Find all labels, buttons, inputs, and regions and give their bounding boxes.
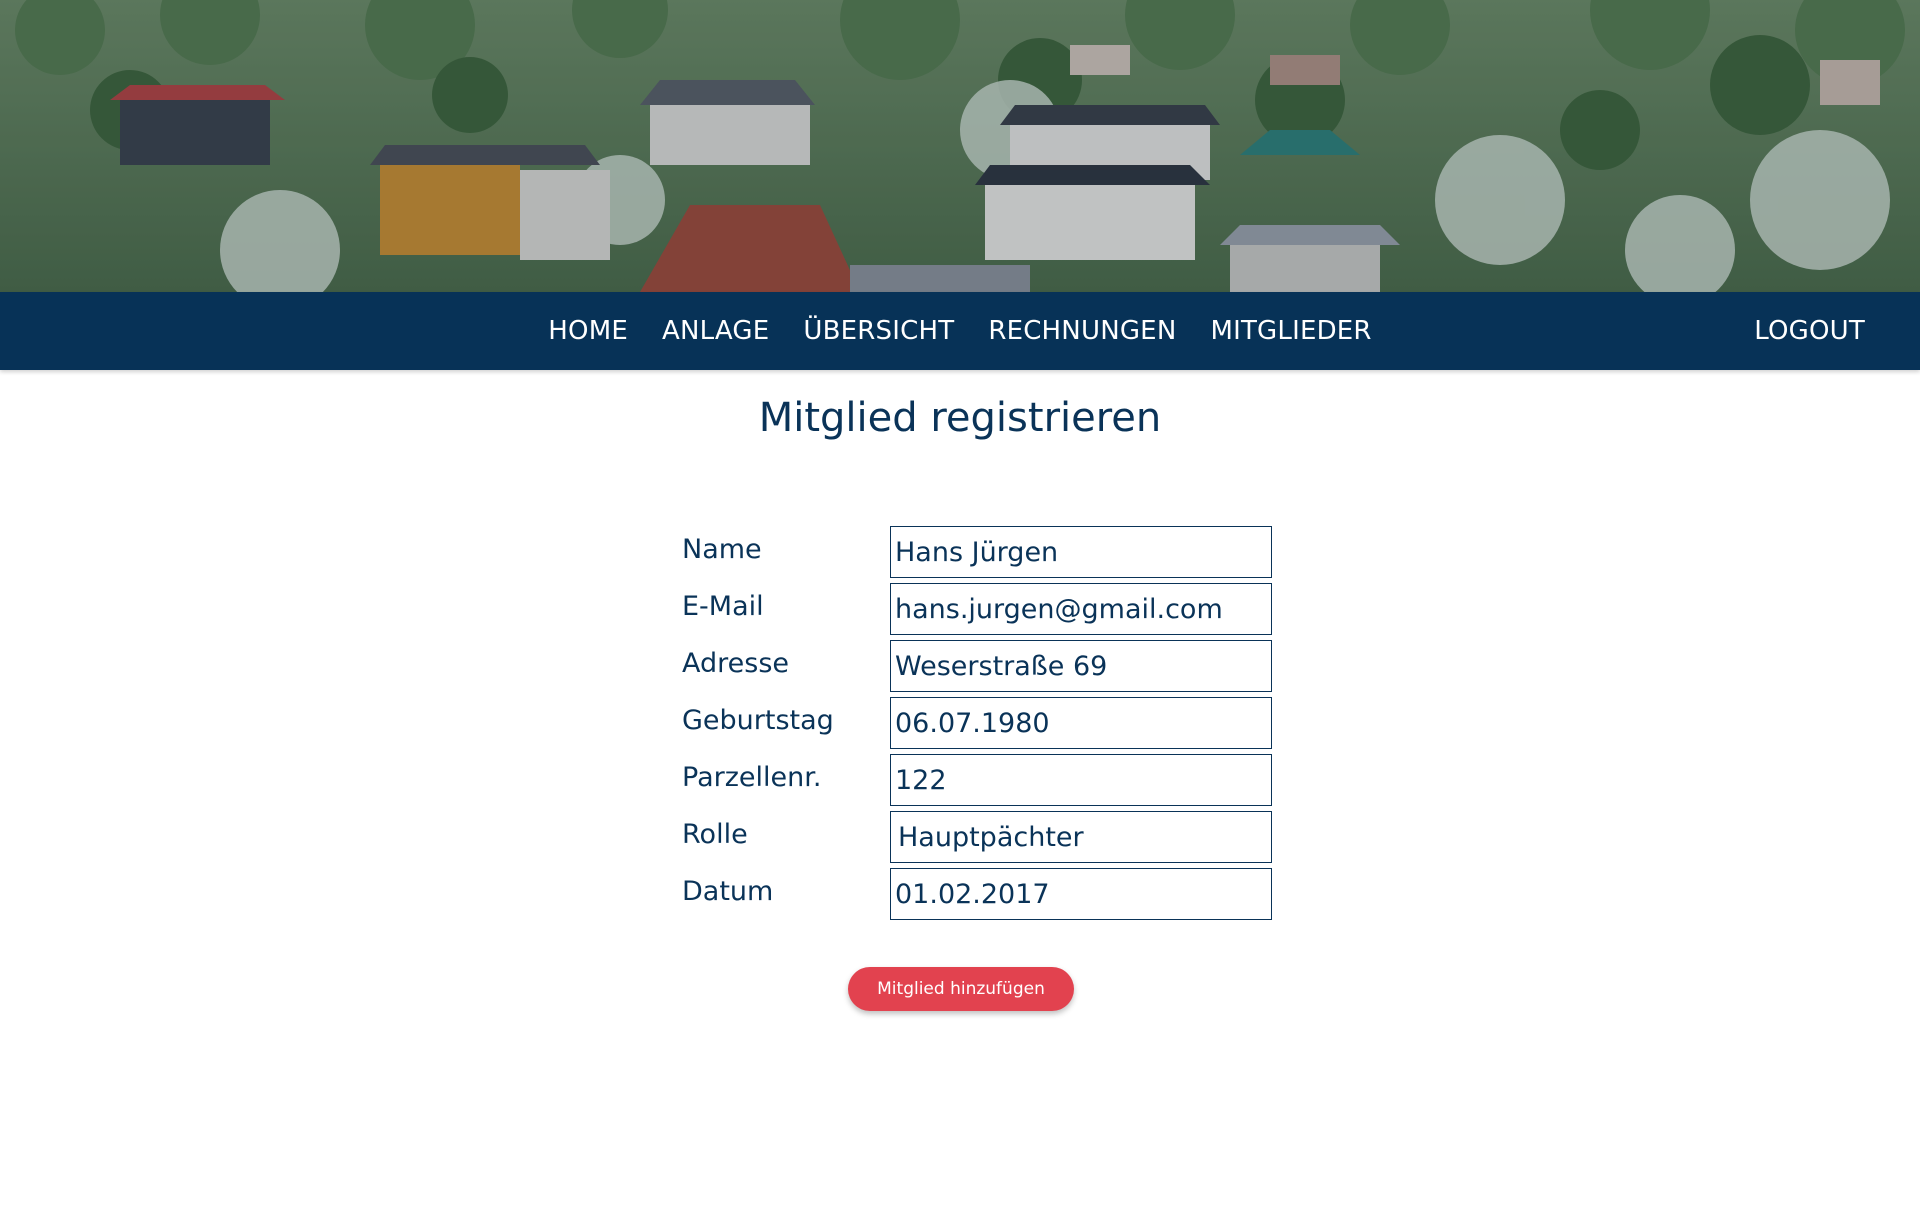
role-label: Rolle <box>682 819 748 850</box>
email-label: E-Mail <box>682 591 764 622</box>
name-input[interactable] <box>890 526 1272 578</box>
date-label: Datum <box>682 876 774 907</box>
form-row-name: Name <box>682 526 1272 583</box>
nav-links: HOME ANLAGE ÜBERSICHT RECHNUNGEN MITGLIE… <box>0 292 1920 370</box>
birthday-input[interactable] <box>890 697 1272 749</box>
parcel-number-label: Parzellenr. <box>682 762 822 793</box>
role-select[interactable]: Hauptpächter <box>890 811 1272 863</box>
main-navbar: HOME ANLAGE ÜBERSICHT RECHNUNGEN MITGLIE… <box>0 292 1920 370</box>
hero-banner-image <box>0 0 1920 292</box>
parcel-number-input[interactable] <box>890 754 1272 806</box>
email-input[interactable] <box>890 583 1272 635</box>
form-row-address: Adresse <box>682 640 1272 697</box>
form-row-parcel: Parzellenr. <box>682 754 1272 811</box>
form-row-email: E-Mail <box>682 583 1272 640</box>
page-title: Mitglied registrieren <box>758 395 1162 441</box>
add-member-button[interactable]: Mitglied hinzufügen <box>848 967 1074 1011</box>
date-input[interactable] <box>890 868 1272 920</box>
nav-item-mitglieder[interactable]: MITGLIEDER <box>1210 316 1371 346</box>
form-row-role: Rolle Hauptpächter <box>682 811 1272 868</box>
form-row-date: Datum <box>682 868 1272 925</box>
address-input[interactable] <box>890 640 1272 692</box>
member-registration-form: Name E-Mail Adresse Geburtstag Parzellen… <box>682 526 1272 925</box>
nav-item-anlage[interactable]: ANLAGE <box>662 316 769 346</box>
birthday-label: Geburtstag <box>682 705 834 736</box>
nav-item-uebersicht[interactable]: ÜBERSICHT <box>803 316 954 346</box>
nav-item-rechnungen[interactable]: RECHNUNGEN <box>988 316 1176 346</box>
nav-item-home[interactable]: HOME <box>548 316 628 346</box>
form-row-birthday: Geburtstag <box>682 697 1272 754</box>
logout-link[interactable]: LOGOUT <box>1754 292 1865 370</box>
name-label: Name <box>682 534 762 565</box>
address-label: Adresse <box>682 648 789 679</box>
